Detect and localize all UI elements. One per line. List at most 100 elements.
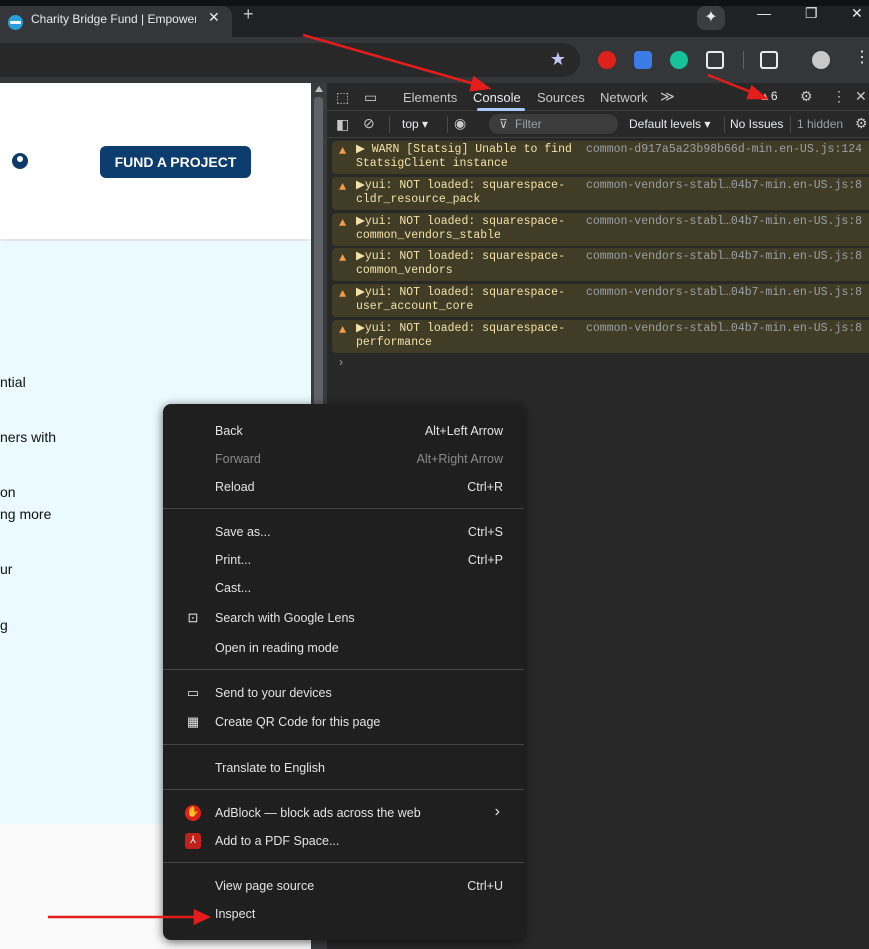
adblock-extension-icon[interactable] bbox=[598, 51, 616, 69]
menu-item-label: Send to your devices bbox=[215, 686, 332, 700]
menu-separator bbox=[163, 669, 524, 670]
menu-item-shortcut: Alt+Left Arrow bbox=[424, 424, 503, 438]
browser-menu-icon[interactable]: ⋮ bbox=[854, 47, 869, 67]
clear-console-icon[interactable]: ⊘ bbox=[363, 115, 375, 132]
console-warning-row[interactable]: ▲ ▶yui: NOT loaded: squarespace-common_v… bbox=[332, 213, 869, 246]
google-translate-extension-icon[interactable] bbox=[634, 51, 652, 69]
console-message-source[interactable]: common-vendors-stabl…04b7-min.en-US.js:8 bbox=[586, 322, 862, 335]
title-bar: Charity Bridge Fund | Empowering ✕ + ✦ —… bbox=[0, 0, 869, 37]
console-message-source[interactable]: common-d917a5a23b98b66d-min.en-US.js:124 bbox=[586, 143, 862, 156]
console-message-source[interactable]: common-vendors-stabl…04b7-min.en-US.js:8 bbox=[586, 286, 862, 299]
menu-item-view-source[interactable]: View page source Ctrl+U bbox=[163, 873, 524, 899]
new-tab-button[interactable]: + bbox=[243, 4, 254, 25]
minimize-button[interactable]: — bbox=[757, 5, 771, 21]
menu-item-print[interactable]: Print... Ctrl+P bbox=[163, 547, 524, 573]
tab-elements[interactable]: Elements bbox=[403, 90, 457, 105]
menu-item-label: Create QR Code for this page bbox=[215, 715, 381, 729]
log-levels-select[interactable]: Default levels ▾ bbox=[629, 117, 710, 131]
gemini-icon[interactable]: ✦ bbox=[697, 6, 725, 30]
console-message-text: ▶yui: NOT loaded: squarespace-performanc… bbox=[356, 322, 565, 349]
menu-item-label: Inspect bbox=[215, 907, 256, 921]
menu-item-pdf-space[interactable]: ⅄ Add to a PDF Space... bbox=[163, 828, 524, 854]
console-warning-row[interactable]: ▲ ▶yui: NOT loaded: squarespace-common_v… bbox=[332, 248, 869, 281]
warning-icon: ▲ bbox=[339, 287, 347, 301]
grammarly-extension-icon[interactable] bbox=[670, 51, 688, 69]
menu-item-forward[interactable]: Forward Alt+Right Arrow bbox=[163, 446, 524, 472]
scroll-up-arrow-icon[interactable] bbox=[315, 86, 323, 92]
settings-gear-icon[interactable]: ⚙ bbox=[800, 88, 813, 105]
address-bar[interactable]: ★ bbox=[0, 43, 580, 77]
submenu-chevron-icon: › bbox=[494, 803, 500, 820]
tab-close-icon[interactable]: ✕ bbox=[208, 9, 220, 26]
console-filter-input[interactable]: ⊽ Filter bbox=[489, 114, 618, 134]
more-tabs-icon[interactable]: ≫ bbox=[660, 88, 675, 105]
console-prompt[interactable]: › bbox=[339, 355, 343, 369]
menu-item-shortcut: Alt+Right Arrow bbox=[416, 452, 504, 466]
scrollbar-thumb[interactable] bbox=[314, 97, 323, 407]
browser-tab[interactable]: Charity Bridge Fund | Empowering ✕ bbox=[0, 6, 232, 37]
page-text-fragment: ntial bbox=[0, 374, 26, 390]
fund-a-project-button[interactable]: FUND A PROJECT bbox=[100, 146, 251, 178]
menu-item-send-to-devices[interactable]: ▭ Send to your devices bbox=[163, 680, 524, 706]
account-icon[interactable] bbox=[12, 153, 28, 169]
extensions-puzzle-icon[interactable] bbox=[706, 51, 724, 69]
menu-item-label: Reload bbox=[215, 480, 255, 494]
site-header: FUND A PROJECT bbox=[0, 83, 311, 239]
menu-item-reload[interactable]: Reload Ctrl+R bbox=[163, 474, 524, 500]
console-message-source[interactable]: common-vendors-stabl…04b7-min.en-US.js:8 bbox=[586, 215, 862, 228]
context-menu: Back Alt+Left Arrow Forward Alt+Right Ar… bbox=[163, 404, 524, 940]
tab-search-icon[interactable] bbox=[760, 51, 778, 69]
menu-item-translate[interactable]: Translate to English bbox=[163, 755, 524, 781]
warning-icon: ▲ bbox=[339, 144, 347, 158]
menu-item-back[interactable]: Back Alt+Left Arrow bbox=[163, 418, 524, 444]
toolbar-divider bbox=[447, 116, 448, 133]
warning-icon: ▲ bbox=[339, 251, 347, 265]
tab-network[interactable]: Network bbox=[600, 90, 648, 105]
window-close-button[interactable]: ✕ bbox=[851, 5, 863, 22]
console-warning-row[interactable]: ▲ ▶yui: NOT loaded: squarespace-performa… bbox=[332, 320, 869, 353]
menu-item-adblock[interactable]: ✋ AdBlock — block ads across the web › bbox=[163, 800, 524, 826]
menu-item-shortcut: Ctrl+S bbox=[467, 525, 503, 539]
device-toolbar-icon[interactable]: ▭ bbox=[364, 89, 377, 106]
menu-item-shortcut: Ctrl+U bbox=[467, 879, 503, 893]
menu-item-qr-code[interactable]: ▦ Create QR Code for this page bbox=[163, 709, 524, 735]
devtools-menu-icon[interactable]: ⋮ bbox=[832, 88, 846, 105]
warning-icon: ▲ bbox=[339, 180, 347, 194]
warning-count-badge[interactable]: ▲6 bbox=[759, 89, 778, 103]
live-expression-eye-icon[interactable]: ◉ bbox=[454, 115, 466, 132]
console-warning-row[interactable]: ▲ ▶ WARN [Statsig] Unable to find Statsi… bbox=[332, 141, 869, 174]
devtools-close-icon[interactable]: ✕ bbox=[855, 88, 867, 105]
context-value: top bbox=[402, 117, 419, 131]
menu-item-label: Save as... bbox=[215, 525, 271, 539]
pdf-icon: ⅄ bbox=[185, 833, 201, 849]
page-text-fragment: ng more bbox=[0, 506, 52, 522]
console-warning-row[interactable]: ▲ ▶yui: NOT loaded: squarespace-cldr_res… bbox=[332, 177, 869, 210]
menu-item-label: AdBlock — block ads across the web bbox=[215, 806, 421, 820]
toolbar-divider bbox=[743, 51, 744, 69]
devices-icon: ▭ bbox=[186, 685, 200, 700]
profile-avatar[interactable] bbox=[812, 51, 830, 69]
issues-button[interactable]: No Issues bbox=[730, 117, 783, 131]
console-settings-icon[interactable]: ⚙ bbox=[855, 115, 868, 132]
tab-sources[interactable]: Sources bbox=[537, 90, 585, 105]
menu-item-label: Forward bbox=[215, 452, 261, 466]
execution-context-select[interactable]: top ▾ bbox=[402, 117, 428, 131]
menu-item-inspect[interactable]: Inspect bbox=[163, 901, 524, 927]
menu-item-google-lens[interactable]: ⊡ Search with Google Lens bbox=[163, 605, 524, 631]
menu-item-reading-mode[interactable]: Open in reading mode bbox=[163, 635, 524, 661]
sidebar-toggle-icon[interactable]: ◧ bbox=[336, 116, 349, 133]
restore-button[interactable]: ❐ bbox=[805, 5, 818, 22]
menu-item-label: Print... bbox=[215, 553, 252, 567]
tab-console[interactable]: Console bbox=[473, 90, 521, 105]
menu-item-label: Translate to English bbox=[215, 761, 326, 775]
page-text-fragment: ur bbox=[0, 561, 13, 577]
toolbar-divider bbox=[389, 116, 390, 133]
bookmark-star-icon[interactable]: ★ bbox=[550, 49, 566, 70]
site-favicon-icon bbox=[8, 15, 23, 30]
console-message-source[interactable]: common-vendors-stabl…04b7-min.en-US.js:8 bbox=[586, 250, 862, 263]
console-message-source[interactable]: common-vendors-stabl…04b7-min.en-US.js:8 bbox=[586, 179, 862, 192]
menu-item-cast[interactable]: Cast... bbox=[163, 575, 524, 601]
inspect-element-icon[interactable]: ⬚ bbox=[336, 89, 349, 106]
console-warning-row[interactable]: ▲ ▶yui: NOT loaded: squarespace-user_acc… bbox=[332, 284, 869, 317]
menu-item-save-as[interactable]: Save as... Ctrl+S bbox=[163, 519, 524, 545]
